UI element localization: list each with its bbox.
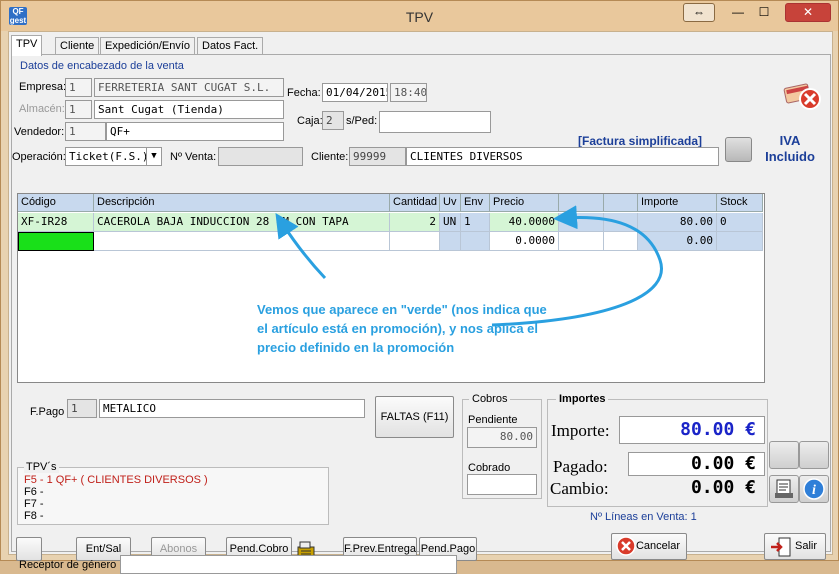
pagado-field[interactable]: 0.00 €	[628, 452, 765, 476]
cobrado-label: Cobrado	[468, 462, 511, 474]
restore-size-button[interactable]: ⇔	[683, 3, 715, 22]
receptor-field[interactable]	[120, 555, 457, 574]
pendiente-field[interactable]: 80.00	[467, 427, 537, 448]
lineas-en-venta: Nº Líneas en Venta: 1	[590, 511, 697, 523]
client-area: TPV Cliente Expedición/Envío Datos Fact.…	[8, 31, 833, 574]
annotation-line-2: el artículo está en promoción), y nos ap…	[257, 321, 539, 336]
cobros-title: Cobros	[469, 393, 511, 405]
tab-tpv[interactable]: TPV	[11, 35, 43, 56]
fpago-code-field[interactable]: 1	[67, 399, 97, 418]
tpv-f8[interactable]: F8 -	[24, 510, 322, 522]
tpvs-title: TPV´s	[24, 461, 59, 473]
svg-text:i: i	[812, 483, 816, 498]
tpv-f7[interactable]: F7 -	[24, 498, 322, 510]
cobros-group: Cobros Pendiente 80.00 Cobrado	[462, 393, 542, 499]
tab-expedicion-envio[interactable]: Expedición/Envío	[100, 37, 195, 55]
promo-annotation-text: Vemos que aparece en "verde" (nos indica…	[257, 300, 617, 357]
print-ticket-icon[interactable]	[769, 475, 799, 503]
importes-title: Importes	[556, 393, 609, 405]
exit-door-icon	[771, 537, 791, 557]
fpago-label: F.Pago	[30, 406, 65, 418]
side-blank-button-1[interactable]	[769, 441, 799, 469]
fpago-name-field[interactable]: METALICO	[99, 399, 365, 418]
tpv-panel: Datos de encabezado de la venta Empresa:…	[11, 54, 831, 574]
cobrado-field[interactable]	[467, 474, 537, 495]
importe-total-field: 80.00 €	[619, 416, 765, 444]
salir-label: Salir	[794, 540, 817, 552]
cancelar-label: Cancelar	[635, 540, 680, 552]
tpvs-panel: TPV´s F5 - 1 QF+ ( CLIENTES DIVERSOS ) F…	[17, 461, 329, 525]
cancel-icon	[616, 536, 636, 556]
tab-cliente[interactable]: Cliente	[55, 37, 100, 55]
close-window-button[interactable]: ✕	[785, 3, 831, 22]
importe-label: Importe:	[551, 421, 610, 440]
tpv-window: QF gest TPV ⇔ — ☐ ✕ TPV Cliente Expedici…	[0, 0, 839, 574]
salir-button[interactable]: Salir	[764, 533, 826, 560]
tpv-f6[interactable]: F6 -	[24, 486, 322, 498]
cambio-label: Cambio:	[550, 479, 609, 498]
pagado-label: Pagado:	[553, 457, 608, 476]
cambio-field: 0.00 €	[690, 477, 756, 498]
tpv-f5[interactable]: F5 - 1 QF+ ( CLIENTES DIVERSOS )	[24, 474, 322, 486]
side-blank-button-2[interactable]	[799, 441, 829, 469]
blank-left-button[interactable]	[16, 537, 42, 561]
annotation-line-3: precio definido en la promoción	[257, 340, 455, 355]
cancelar-button[interactable]: Cancelar	[611, 533, 687, 560]
info-icon[interactable]: i	[799, 475, 829, 503]
tab-datos-fact-adicionales[interactable]: Datos Fact. Adicionales	[197, 37, 264, 68]
pendiente-label: Pendiente	[468, 414, 518, 426]
annotation-line-1: Vemos que aparece en "verde" (nos indica…	[257, 302, 547, 317]
importes-group: Importes Importe: 80.00 € Pagado: 0.00 €…	[547, 393, 768, 507]
maximize-button[interactable]: ☐	[751, 3, 777, 22]
faltas-button[interactable]: FALTAS (F11)	[375, 396, 454, 438]
minimize-button[interactable]: —	[725, 3, 751, 22]
title-bar[interactable]: QF gest TPV ⇔ — ☐ ✕	[1, 1, 838, 31]
